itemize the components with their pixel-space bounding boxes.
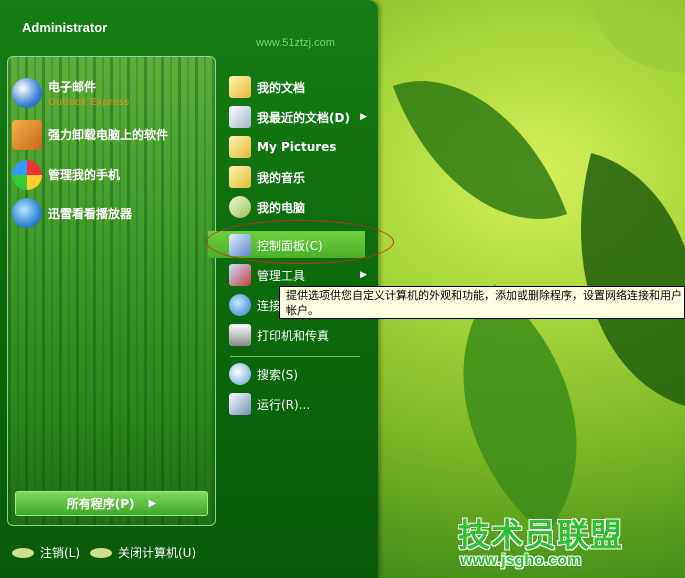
pinned-item-sub: Outlook Express bbox=[48, 97, 130, 108]
player-icon bbox=[12, 198, 42, 228]
pinned-item-label: 迅雷看看播放器 bbox=[48, 207, 133, 221]
printer-icon bbox=[229, 324, 251, 346]
place-item-label: My Pictures bbox=[257, 140, 337, 154]
music-folder-icon bbox=[229, 166, 251, 188]
phone-manager-icon bbox=[12, 160, 42, 190]
all-programs-button[interactable]: 所有程序(P) ▶ bbox=[15, 491, 208, 516]
pinned-item-email[interactable]: 电子邮件 Outlook Express bbox=[12, 78, 129, 108]
place-item-label: 我的电脑 bbox=[257, 200, 306, 215]
pinned-item-uninstall[interactable]: 强力卸载电脑上的软件 bbox=[12, 120, 168, 150]
recent-documents-icon bbox=[229, 106, 251, 128]
place-item-my-computer[interactable]: 我的电脑 bbox=[229, 194, 379, 220]
logoff-icon bbox=[12, 547, 34, 558]
site-logo-text: 技术员联盟 bbox=[458, 516, 624, 554]
place-item-run[interactable]: 运行(R)... bbox=[229, 391, 379, 417]
logoff-button[interactable]: 注销(L) bbox=[12, 544, 80, 561]
computer-icon bbox=[229, 196, 251, 218]
place-item-label: 我的音乐 bbox=[257, 170, 306, 185]
run-icon bbox=[229, 393, 251, 415]
pinned-item-label: 管理我的手机 bbox=[48, 168, 121, 182]
place-item-my-documents[interactable]: 我的文档 bbox=[229, 74, 379, 100]
search-icon bbox=[229, 363, 251, 385]
separator bbox=[230, 356, 360, 357]
place-item-label: 我最近的文档(D) bbox=[257, 110, 350, 125]
chevron-right-icon: ▶ bbox=[360, 112, 367, 122]
chevron-right-icon: ▶ bbox=[360, 270, 367, 280]
place-item-label: 管理工具 bbox=[257, 268, 306, 283]
documents-folder-icon bbox=[229, 76, 251, 98]
pictures-folder-icon bbox=[229, 136, 251, 158]
pinned-item-label: 强力卸载电脑上的软件 bbox=[48, 128, 169, 142]
logoff-label: 注销(L) bbox=[40, 546, 81, 560]
place-item-recent-documents[interactable]: 我最近的文档(D) ▶ bbox=[229, 104, 379, 130]
tooltip: 提供选项供您自定义计算机的外观和功能，添加或删除程序，设置网络连接和用户帐户。 bbox=[279, 286, 685, 319]
place-item-admin-tools[interactable]: 管理工具 ▶ bbox=[229, 262, 379, 288]
place-item-label: 搜索(S) bbox=[257, 367, 298, 382]
pinned-item-label: 电子邮件 bbox=[48, 80, 97, 94]
leaf-decoration bbox=[593, 0, 685, 89]
place-item-my-pictures[interactable]: My Pictures bbox=[229, 134, 379, 160]
place-item-printers[interactable]: 打印机和传真 bbox=[229, 322, 379, 348]
email-icon bbox=[12, 78, 42, 108]
annotation-ellipse bbox=[206, 220, 394, 264]
power-icon bbox=[90, 547, 112, 558]
user-name: Administrator bbox=[22, 20, 108, 35]
place-item-label: 连接到 bbox=[257, 298, 279, 313]
site-logo-url: www.jsgho.com bbox=[460, 552, 582, 569]
uninstall-box-icon bbox=[12, 120, 42, 150]
arrow-right-icon: ▶ bbox=[148, 498, 157, 509]
place-item-connect-to[interactable]: 连接到 bbox=[229, 292, 279, 318]
place-item-my-music[interactable]: 我的音乐 bbox=[229, 164, 379, 190]
watermark-url: www.51ztzj.com bbox=[256, 37, 335, 49]
pinned-item-phone-manager[interactable]: 管理我的手机 bbox=[12, 160, 120, 190]
place-item-label: 我的文档 bbox=[257, 80, 306, 95]
admin-tools-icon bbox=[229, 264, 251, 286]
place-item-label: 运行(R)... bbox=[257, 397, 311, 412]
all-programs-label: 所有程序(P) bbox=[66, 497, 135, 511]
shutdown-label: 关闭计算机(U) bbox=[118, 546, 197, 560]
leaf-decoration bbox=[392, 44, 568, 256]
shutdown-button[interactable]: 关闭计算机(U) bbox=[90, 544, 196, 561]
connect-to-icon bbox=[229, 294, 251, 316]
pinned-item-player[interactable]: 迅雷看看播放器 bbox=[12, 198, 132, 228]
place-item-search[interactable]: 搜索(S) bbox=[229, 361, 379, 387]
place-item-label: 打印机和传真 bbox=[257, 328, 330, 343]
